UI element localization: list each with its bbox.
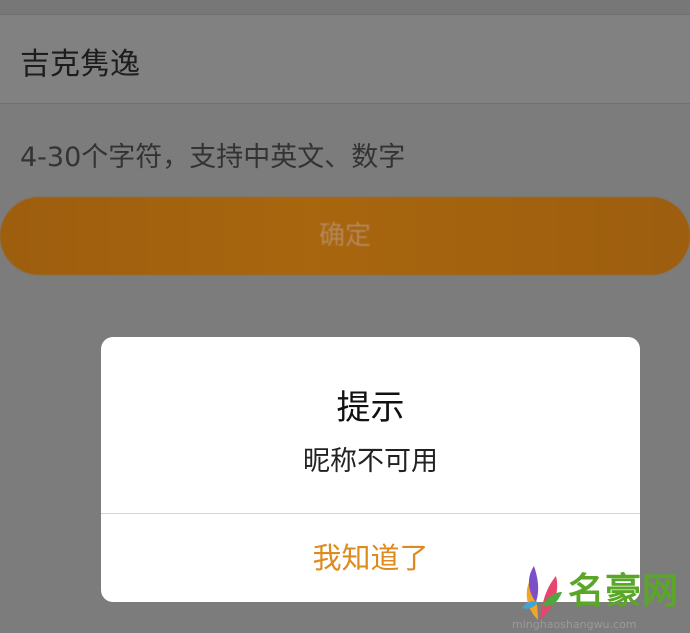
nickname-hint: 4-30个字符，支持中英文、数字 <box>20 142 406 173</box>
top-divider <box>0 0 690 15</box>
dialog-message: 昵称不可用 <box>303 446 438 477</box>
nickname-row[interactable] <box>0 15 690 104</box>
dialog-title: 提示 <box>336 388 405 428</box>
watermark: 名豪网 minghaoshangwu.com <box>510 560 685 633</box>
leaf-logo-icon <box>522 566 562 620</box>
watermark-name: 名豪网 <box>568 571 680 612</box>
confirm-button[interactable]: 确定 <box>0 197 690 275</box>
watermark-url: minghaoshangwu.com <box>512 618 637 631</box>
nickname-input[interactable] <box>20 43 660 78</box>
